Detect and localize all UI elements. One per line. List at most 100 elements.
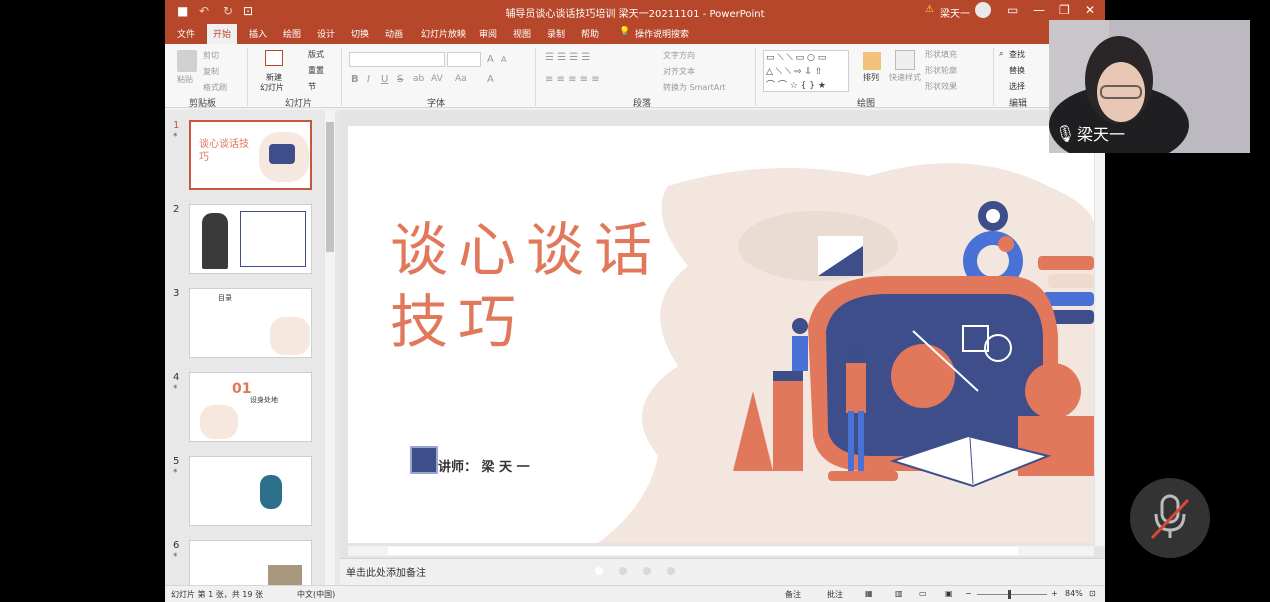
smartart-button[interactable]: 转换为 SmartArt bbox=[663, 82, 726, 93]
webcam-video: 🎙 梁天一 bbox=[1049, 20, 1250, 153]
tab-record[interactable]: 录制 bbox=[547, 27, 565, 40]
align-text-button[interactable]: 对齐文本 bbox=[663, 66, 695, 77]
paste-button[interactable]: 粘贴 bbox=[177, 74, 193, 85]
shape-fill-button[interactable]: 形状填充 bbox=[925, 49, 957, 60]
ribbon-display-icon[interactable]: ▭ bbox=[1007, 3, 1018, 17]
grow-font-button[interactable]: A bbox=[487, 54, 494, 65]
thumbnail-slide-3[interactable]: 目录 bbox=[189, 288, 312, 358]
tab-insert[interactable]: 插入 bbox=[249, 27, 267, 40]
thumb-number: 5 bbox=[173, 456, 180, 467]
page-dot-4[interactable] bbox=[667, 567, 675, 575]
tab-draw[interactable]: 绘图 bbox=[283, 27, 301, 40]
hscroll-thumb[interactable] bbox=[388, 547, 1018, 555]
user-name[interactable]: 梁天一 bbox=[940, 5, 970, 20]
comments-toggle-button[interactable]: 批注 bbox=[827, 589, 843, 600]
find-button[interactable]: 查找 bbox=[1009, 49, 1025, 60]
font-color-button[interactable]: A bbox=[487, 74, 494, 85]
tab-design[interactable]: 设计 bbox=[317, 27, 335, 40]
new-slide-icon[interactable] bbox=[265, 50, 283, 66]
thumb-board bbox=[269, 144, 295, 164]
layout-button[interactable]: 版式 bbox=[308, 49, 324, 60]
shadow-button[interactable]: ab bbox=[413, 74, 424, 84]
font-size-box[interactable] bbox=[447, 52, 481, 67]
shrink-font-button[interactable]: A bbox=[501, 55, 506, 64]
page-dot-1[interactable] bbox=[595, 567, 603, 575]
thumb-number: 6 bbox=[173, 540, 180, 551]
arrange-button[interactable]: 排列 bbox=[863, 72, 879, 83]
reset-button[interactable]: 重置 bbox=[308, 65, 324, 76]
find-icon[interactable]: ⌕ bbox=[999, 49, 1003, 59]
arrange-icon[interactable] bbox=[863, 52, 881, 70]
tab-transitions[interactable]: 切换 bbox=[351, 27, 369, 40]
thumbnail-slide-5[interactable] bbox=[189, 456, 312, 526]
minimize-icon[interactable]: — bbox=[1033, 3, 1045, 17]
tab-home[interactable]: 开始 bbox=[207, 24, 238, 44]
zoom-level[interactable]: 84% bbox=[1065, 589, 1083, 598]
tab-slideshow[interactable]: 幻灯片放映 bbox=[421, 27, 466, 40]
tab-file[interactable]: 文件 bbox=[177, 27, 195, 40]
shapes-gallery[interactable]: ▭ ⟍ ⟍ ▭ ○ ▭ △ ⟍ ⟍ ⇨ ⇩ ⇧ ⌒ ⌒ ☆ { } ★ bbox=[763, 50, 849, 92]
quick-styles-icon[interactable] bbox=[895, 50, 915, 70]
change-case-button[interactable]: Aa bbox=[455, 74, 467, 84]
notes-toggle-button[interactable]: 备注 bbox=[785, 589, 801, 600]
maximize-icon[interactable]: ❐ bbox=[1059, 3, 1070, 17]
cut-button[interactable]: 剪切 bbox=[203, 50, 219, 61]
strikethrough-button[interactable]: S bbox=[397, 74, 403, 85]
italic-button[interactable]: I bbox=[367, 74, 370, 85]
language-indicator[interactable]: 中文(中国) bbox=[297, 589, 335, 600]
align-icon[interactable]: ≡ ≡ ≡ ≡ ≡ bbox=[545, 74, 600, 85]
quick-styles-button[interactable]: 快速样式 bbox=[889, 72, 921, 83]
bullets-icon[interactable]: ☰ ☰ ☰ ☰ bbox=[545, 52, 590, 63]
format-painter-button[interactable]: 格式刷 bbox=[203, 82, 227, 93]
lecturer-icon bbox=[410, 446, 438, 474]
shape-effects-button[interactable]: 形状效果 bbox=[925, 81, 957, 92]
tab-animations[interactable]: 动画 bbox=[385, 27, 403, 40]
thumb-textbox bbox=[240, 211, 306, 267]
page-dot-3[interactable] bbox=[643, 567, 651, 575]
notes-placeholder[interactable]: 单击此处添加备注 bbox=[346, 564, 426, 579]
paste-icon[interactable] bbox=[177, 50, 197, 72]
current-slide[interactable]: 谈心谈话 技巧 讲师： 梁 天 一 bbox=[348, 126, 1094, 543]
bold-button[interactable]: B bbox=[351, 74, 359, 85]
replace-button[interactable]: 替换 bbox=[1009, 65, 1025, 76]
sorter-view-icon[interactable]: ▥ bbox=[895, 589, 903, 598]
reading-view-icon[interactable]: ▭ bbox=[919, 589, 927, 598]
zoom-in-icon[interactable]: + bbox=[1051, 589, 1058, 598]
tab-review[interactable]: 审阅 bbox=[479, 27, 497, 40]
normal-view-icon[interactable]: ▦ bbox=[865, 589, 873, 598]
thumbnail-scrollbar[interactable] bbox=[325, 110, 335, 585]
select-button[interactable]: 选择 bbox=[1009, 81, 1025, 92]
vertical-scrollbar[interactable] bbox=[1095, 126, 1105, 546]
notes-pane[interactable]: 单击此处添加备注 bbox=[340, 558, 1105, 584]
copy-button[interactable]: 复制 bbox=[203, 66, 219, 77]
animation-star-icon: * bbox=[173, 468, 178, 478]
page-dot-2[interactable] bbox=[619, 567, 627, 575]
thumb-number: 1 bbox=[173, 120, 180, 131]
zoom-slider[interactable] bbox=[977, 594, 1047, 595]
tell-me-search[interactable]: 操作说明搜索 bbox=[635, 27, 689, 40]
thumbnail-slide-2[interactable] bbox=[189, 204, 312, 274]
underline-button[interactable]: U bbox=[381, 74, 388, 85]
scroll-thumb[interactable] bbox=[326, 122, 334, 252]
tab-view[interactable]: 视图 bbox=[513, 27, 531, 40]
horizontal-scrollbar[interactable] bbox=[348, 546, 1094, 556]
slideshow-view-icon[interactable]: ▣ bbox=[945, 589, 953, 598]
mute-microphone-button[interactable] bbox=[1130, 478, 1210, 558]
new-slide-label: 幻灯片 bbox=[260, 83, 284, 92]
thumbnail-slide-1[interactable]: 谈心谈话技巧 bbox=[189, 120, 312, 190]
slide-title[interactable]: 谈心谈话 技巧 bbox=[390, 214, 662, 358]
zoom-slider-handle[interactable] bbox=[1008, 590, 1011, 599]
thumbnail-slide-4[interactable]: 01 设身处地 bbox=[189, 372, 312, 442]
zoom-out-icon[interactable]: − bbox=[965, 589, 972, 598]
section-button[interactable]: 节 bbox=[308, 81, 316, 92]
avatar[interactable] bbox=[975, 2, 991, 18]
shape-outline-button[interactable]: 形状轮廓 bbox=[925, 65, 957, 76]
font-name-box[interactable] bbox=[349, 52, 445, 67]
fit-slide-icon[interactable]: ⊡ bbox=[1089, 589, 1096, 598]
tab-help[interactable]: 帮助 bbox=[581, 27, 599, 40]
close-icon[interactable]: ✕ bbox=[1085, 3, 1095, 17]
text-direction-button[interactable]: 文字方向 bbox=[663, 50, 695, 61]
thumb-number: 4 bbox=[173, 372, 180, 383]
lecturer-name[interactable]: 讲师： 梁 天 一 bbox=[438, 456, 530, 475]
char-spacing-button[interactable]: AV bbox=[431, 74, 443, 84]
